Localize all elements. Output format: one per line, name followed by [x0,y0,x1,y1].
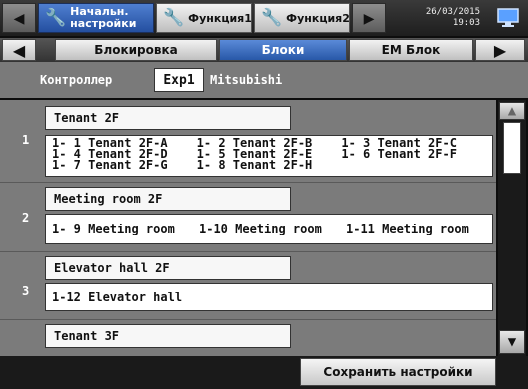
tab-interlock[interactable]: Блокировка [55,39,217,61]
scrollbar[interactable]: ▲ ▼ [498,100,526,356]
unit-item [341,160,486,171]
unit-row: 1- 4 Tenant 2F-D 1- 5 Tenant 2F-E 1- 6 T… [52,149,486,160]
tab-function1[interactable]: 🔧 Функция1 [156,3,252,33]
arrow-left-icon: ◀ [13,7,25,29]
group-row[interactable]: 3 Elevator hall 2F 1-12 Elevator hall [0,252,496,320]
scroll-thumb[interactable] [503,122,521,174]
tab-label: EM Блок [381,43,441,57]
tab-label: Функция1 [188,11,252,25]
group-row[interactable]: 2 Meeting room 2F 1- 9 Meeting room 1-10… [0,183,496,252]
controller-label: Контроллер [40,73,113,87]
tab-label: Блокировка [94,43,178,57]
group-row[interactable]: 1 Tenant 2F 1- 1 Tenant 2F-A 1- 2 Tenant… [0,100,496,183]
unit-item: 1-12 Elevator hall [52,291,183,303]
arrow-left-icon: ◀ [12,40,26,60]
unit-row: 1- 1 Tenant 2F-A 1- 2 Tenant 2F-B 1- 3 T… [52,138,486,149]
tab-label: Функция2 [286,11,350,25]
scroll-up-button[interactable]: ▲ [499,102,525,120]
group-row[interactable]: Tenant 3F [0,320,496,356]
arrow-right-icon: ▶ [493,40,507,60]
scroll-down-button[interactable]: ▼ [499,330,525,354]
arrow-down-icon: ▼ [507,334,517,350]
group-units-field[interactable]: 1- 1 Tenant 2F-A 1- 2 Tenant 2F-B 1- 3 T… [45,135,493,177]
top-bar: ◀ 🔧 Начальн. настройки 🔧 Функция1 🔧 Функ… [0,0,528,36]
wrench-icon: 🔧 [45,8,67,28]
tab-units[interactable]: Блоки [219,39,347,61]
unit-item: 1- 9 Meeting room [52,223,175,235]
controller-name: Mitsubishi [210,73,283,87]
unit-item: 1- 2 Tenant 2F-B [196,138,313,149]
tab-initial-settings[interactable]: 🔧 Начальн. настройки [38,3,154,33]
date-text: 26/03/2015 [425,7,480,17]
group-name-field[interactable]: Tenant 2F [45,106,291,130]
subtab-prev-button[interactable]: ◀ [2,39,36,61]
tab-em-unit[interactable]: EM Блок [349,39,473,61]
unit-row: 1- 9 Meeting room 1-10 Meeting room 1-11… [52,224,493,235]
unit-row: 1- 7 Tenant 2F-G 1- 8 Tenant 2F-H [52,160,486,171]
wrench-icon: 🔧 [261,8,283,28]
wrench-icon: 🔧 [163,8,185,28]
group-number: 2 [22,211,30,225]
unit-item: 1- 1 Tenant 2F-A [52,138,168,149]
controller-select-button[interactable]: Exp1 [154,68,204,92]
group-number: 3 [22,284,30,298]
group-name-field[interactable]: Elevator hall 2F [45,256,291,280]
unit-item: 1- 4 Tenant 2F-D [52,149,168,160]
unit-item: 1- 3 Tenant 2F-C [341,138,457,149]
unit-item: 1- 7 Tenant 2F-G [52,160,168,171]
tab-label: Блоки [261,43,305,57]
group-name-field[interactable]: Tenant 3F [45,324,291,348]
save-settings-button[interactable]: Сохранить настройки [300,358,496,386]
group-units-field[interactable]: 1- 9 Meeting room 1-10 Meeting room 1-11… [45,214,493,244]
group-number: 1 [22,133,30,147]
unit-row: 1-12 Elevator hall [52,292,182,303]
datetime-display: 26/03/2015 19:03 [388,3,488,33]
monitor-icon [497,8,519,27]
group-list: 1 Tenant 2F 1- 1 Tenant 2F-A 1- 2 Tenant… [0,100,496,356]
unit-item: 1- 8 Tenant 2F-H [196,160,313,171]
unit-item: 1-11 Meeting room [346,223,469,235]
unit-item: 1-10 Meeting room [199,223,322,235]
arrow-up-icon: ▲ [507,103,517,119]
sub-tab-bar: ◀ Блокировка Блоки EM Блок ▶ [0,38,528,62]
subtab-next-button[interactable]: ▶ [475,39,525,61]
group-name-field[interactable]: Meeting room 2F [45,187,291,211]
controller-row: Контроллер Exp1 Mitsubishi [0,62,528,98]
monitor-button[interactable] [492,4,524,32]
group-units-field[interactable]: 1-12 Elevator hall [45,283,493,311]
unit-item: 1- 6 Tenant 2F-F [341,149,457,160]
tab-function2[interactable]: 🔧 Функция2 [254,3,350,33]
tab-label-line2: настройки [70,17,137,30]
next-menu-button[interactable]: ▶ [352,3,386,33]
prev-menu-button[interactable]: ◀ [2,3,36,33]
unit-item: 1- 5 Tenant 2F-E [196,149,313,160]
arrow-right-icon: ▶ [363,7,375,29]
time-text: 19:03 [452,18,480,28]
